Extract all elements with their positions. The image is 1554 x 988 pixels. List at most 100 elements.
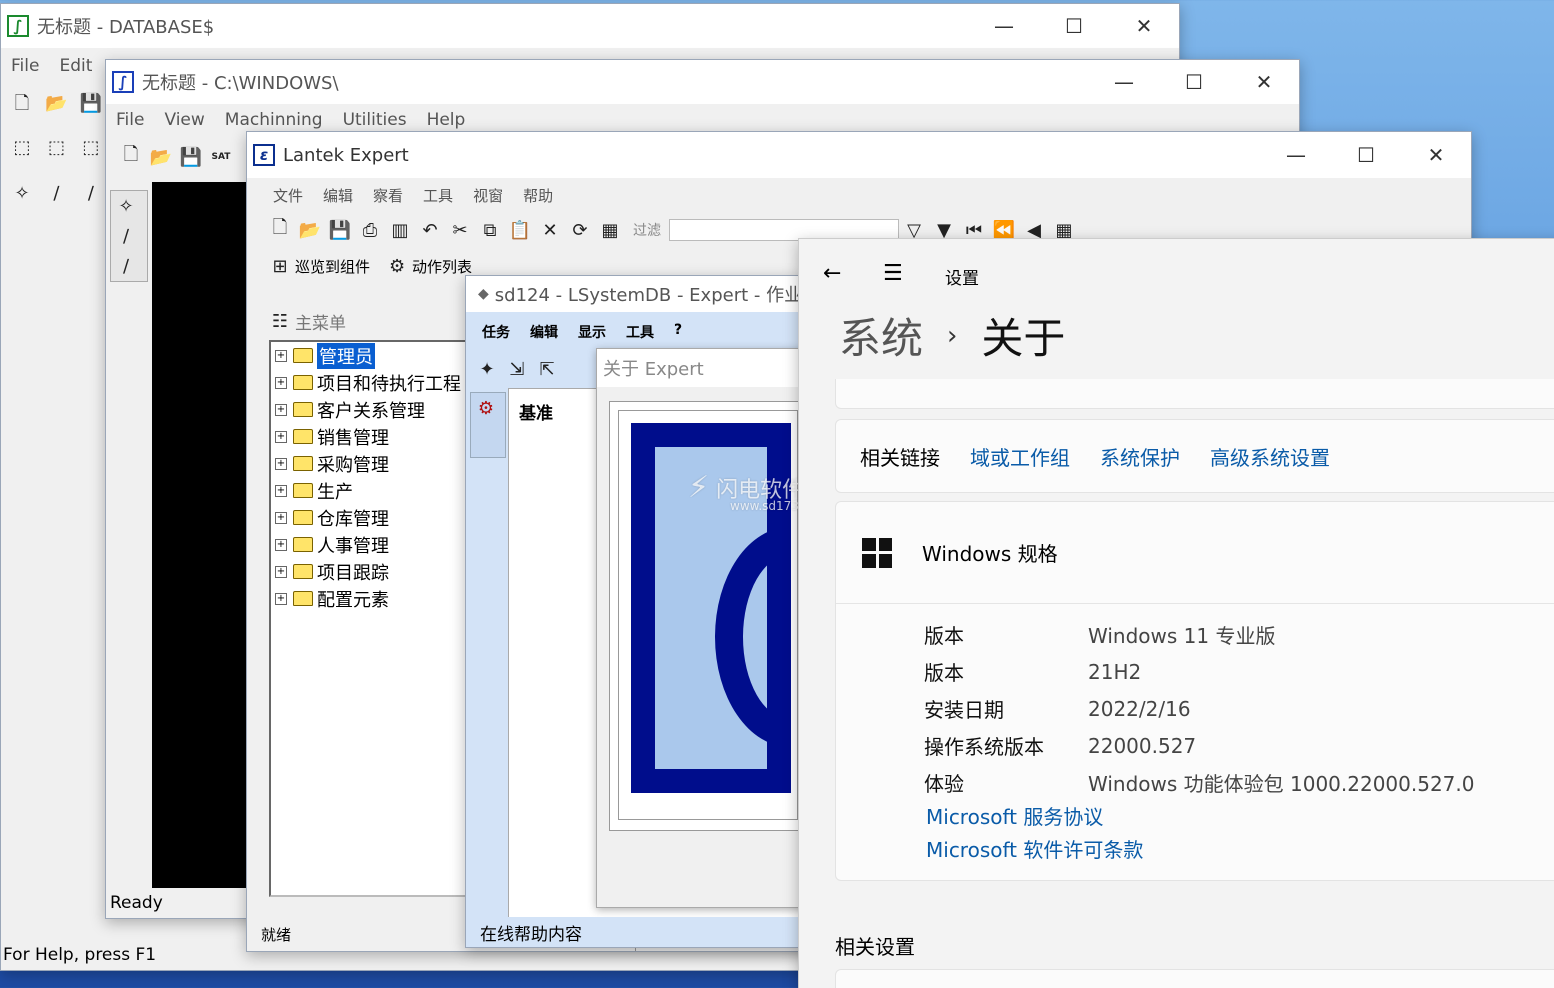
minimize-button[interactable]: — bbox=[969, 4, 1039, 48]
new-task-icon[interactable]: ✦ bbox=[472, 354, 502, 384]
tree-item[interactable]: + 管理员 bbox=[271, 342, 477, 369]
select-tool-icon[interactable]: ⬚ bbox=[7, 132, 37, 162]
database-titlebar[interactable]: ∫ 无标题 - DATABASE$ — ☐ ✕ bbox=[1, 4, 1179, 48]
export-icon[interactable]: ⇱ bbox=[532, 354, 562, 384]
print-preview-icon[interactable]: ⎙ bbox=[355, 215, 385, 245]
arc-query-icon[interactable]: ∕ bbox=[111, 221, 141, 251]
arc-query-icon[interactable]: ∕ bbox=[41, 178, 71, 208]
select-tool-3-icon[interactable]: ⬚ bbox=[76, 132, 106, 162]
menu-tools[interactable]: 工具 bbox=[413, 185, 463, 206]
advanced-system-settings-link[interactable]: 高级系统设置 bbox=[1210, 442, 1330, 471]
windows-spec-header[interactable]: Windows 规格 bbox=[836, 502, 1554, 604]
point-query-icon[interactable]: ✧ bbox=[7, 178, 37, 208]
copy-icon[interactable]: ⧉ bbox=[475, 215, 505, 245]
menu-help[interactable]: Help bbox=[417, 110, 476, 130]
menu-display[interactable]: 显示 bbox=[568, 322, 616, 342]
undo-icon[interactable]: ↶ bbox=[415, 215, 445, 245]
action-list-button[interactable]: 动作列表 bbox=[412, 256, 472, 277]
book-icon[interactable]: ▥ bbox=[385, 215, 415, 245]
expand-icon[interactable]: + bbox=[275, 565, 287, 578]
tree-item[interactable]: + 采购管理 bbox=[271, 450, 477, 477]
menu-edit[interactable]: 编辑 bbox=[313, 185, 363, 206]
sat-export-button[interactable]: SAT bbox=[206, 142, 236, 172]
service-agreement-link[interactable]: Microsoft 服务协议 bbox=[926, 801, 1554, 834]
lantek-titlebar[interactable]: ε Lantek Expert — ☐ ✕ bbox=[247, 132, 1471, 178]
close-button[interactable]: ✕ bbox=[1229, 60, 1299, 104]
menu-edit[interactable]: 编辑 bbox=[520, 322, 568, 342]
license-terms-link[interactable]: Microsoft 软件许可条款 bbox=[926, 834, 1554, 867]
maximize-button[interactable]: ☐ bbox=[1039, 4, 1109, 48]
menu-window[interactable]: 视窗 bbox=[463, 185, 513, 206]
main-menu-header: ☷ 主菜单 bbox=[265, 306, 346, 336]
menu-help[interactable]: ? bbox=[664, 322, 692, 342]
cut-icon[interactable]: ✂ bbox=[445, 215, 475, 245]
gear-icon[interactable]: ⚙ bbox=[471, 393, 501, 423]
menu-help[interactable]: 帮助 bbox=[513, 185, 563, 206]
open-folder-icon[interactable]: 📂 bbox=[146, 142, 176, 172]
navigate-component-icon[interactable]: ⊞ bbox=[265, 251, 295, 281]
expand-icon[interactable]: + bbox=[275, 376, 287, 389]
maximize-button[interactable]: ☐ bbox=[1159, 60, 1229, 104]
menu-bar: 文件 编辑 察看 工具 视窗 帮助 bbox=[247, 178, 1471, 212]
line-query-icon[interactable]: ∕ bbox=[76, 178, 106, 208]
menu-machinning[interactable]: Machinning bbox=[215, 110, 333, 130]
delete-icon[interactable]: ✕ bbox=[535, 215, 565, 245]
expand-icon[interactable]: + bbox=[275, 430, 287, 443]
close-button[interactable]: ✕ bbox=[1109, 4, 1179, 48]
import-icon[interactable]: ⇲ bbox=[502, 354, 532, 384]
menu-tools[interactable]: 工具 bbox=[616, 322, 664, 342]
refresh-icon[interactable]: ⟳ bbox=[565, 215, 595, 245]
tree-item[interactable]: + 配置元素 bbox=[271, 585, 477, 612]
domain-workgroup-link[interactable]: 域或工作组 bbox=[970, 442, 1070, 471]
open-icon[interactable]: 📂 bbox=[295, 215, 325, 245]
tree-item[interactable]: + 项目和待执行工程 bbox=[271, 369, 477, 396]
expand-icon[interactable]: + bbox=[275, 349, 287, 362]
save-icon[interactable]: 💾 bbox=[325, 215, 355, 245]
menu-file[interactable]: 文件 bbox=[263, 185, 313, 206]
maximize-button[interactable]: ☐ bbox=[1331, 132, 1401, 178]
tree-item[interactable]: + 项目跟踪 bbox=[271, 558, 477, 585]
menu-file[interactable]: File bbox=[106, 110, 154, 130]
expand-icon[interactable]: + bbox=[275, 592, 287, 605]
tree-item[interactable]: + 仓库管理 bbox=[271, 504, 477, 531]
tree-item[interactable]: + 销售管理 bbox=[271, 423, 477, 450]
open-folder-icon[interactable]: 📂 bbox=[41, 88, 71, 118]
tree-item[interactable]: + 生产 bbox=[271, 477, 477, 504]
minimize-button[interactable]: — bbox=[1089, 60, 1159, 104]
spec-list: 版本 Windows 11 专业版 版本 21H2 安装日期 2022/2/16 操作系统版… bbox=[836, 604, 1554, 801]
close-button[interactable]: ✕ bbox=[1401, 132, 1471, 178]
menu-edit[interactable]: Edit bbox=[49, 56, 102, 76]
system-protection-link[interactable]: 系统保护 bbox=[1100, 442, 1180, 471]
tree-item[interactable]: + 人事管理 bbox=[271, 531, 477, 558]
menu-task[interactable]: 任务 bbox=[466, 322, 520, 342]
select-tool-2-icon[interactable]: ⬚ bbox=[41, 132, 71, 162]
expand-icon[interactable]: + bbox=[275, 403, 287, 416]
new-file-icon[interactable]: 🗋 bbox=[116, 142, 146, 172]
point-query-icon[interactable]: ✧ bbox=[111, 191, 141, 221]
save-icon[interactable]: 💾 bbox=[76, 88, 106, 118]
menu-utilities[interactable]: Utilities bbox=[333, 110, 417, 130]
systemdb-titlebar[interactable]: ◆ sd124 - LSystemDB - Expert - 作业 bbox=[466, 276, 804, 312]
new-file-icon[interactable]: 🗋 bbox=[7, 91, 37, 121]
menu-file[interactable]: File bbox=[1, 56, 49, 76]
expand-icon[interactable]: + bbox=[275, 484, 287, 497]
action-list-icon[interactable]: ⚙ bbox=[382, 251, 412, 281]
navigate-component-button[interactable]: 巡览到组件 bbox=[295, 256, 370, 277]
tree-item[interactable]: + 客户关系管理 bbox=[271, 396, 477, 423]
expand-icon[interactable]: + bbox=[275, 511, 287, 524]
back-button[interactable]: ← bbox=[823, 261, 841, 286]
save-icon[interactable]: 💾 bbox=[176, 142, 206, 172]
breadcrumb-system[interactable]: 系统 bbox=[839, 305, 923, 366]
menu-hamburger-icon[interactable]: ☰ bbox=[883, 261, 903, 286]
line-query-icon[interactable]: ∕ bbox=[111, 251, 141, 281]
new-icon[interactable]: 🗋 bbox=[265, 215, 295, 245]
menu-bar: 任务 编辑 显示 工具 ? bbox=[466, 322, 692, 342]
expand-icon[interactable]: + bbox=[275, 538, 287, 551]
grid-icon[interactable]: ▦ bbox=[595, 215, 625, 245]
folder-titlebar[interactable]: ∫ 无标题 - C:\WINDOWS\ — ☐ ✕ bbox=[106, 60, 1299, 104]
menu-view[interactable]: View bbox=[154, 110, 214, 130]
expand-icon[interactable]: + bbox=[275, 457, 287, 470]
minimize-button[interactable]: — bbox=[1261, 132, 1331, 178]
paste-icon[interactable]: 📋 bbox=[505, 215, 535, 245]
menu-view[interactable]: 察看 bbox=[363, 185, 413, 206]
